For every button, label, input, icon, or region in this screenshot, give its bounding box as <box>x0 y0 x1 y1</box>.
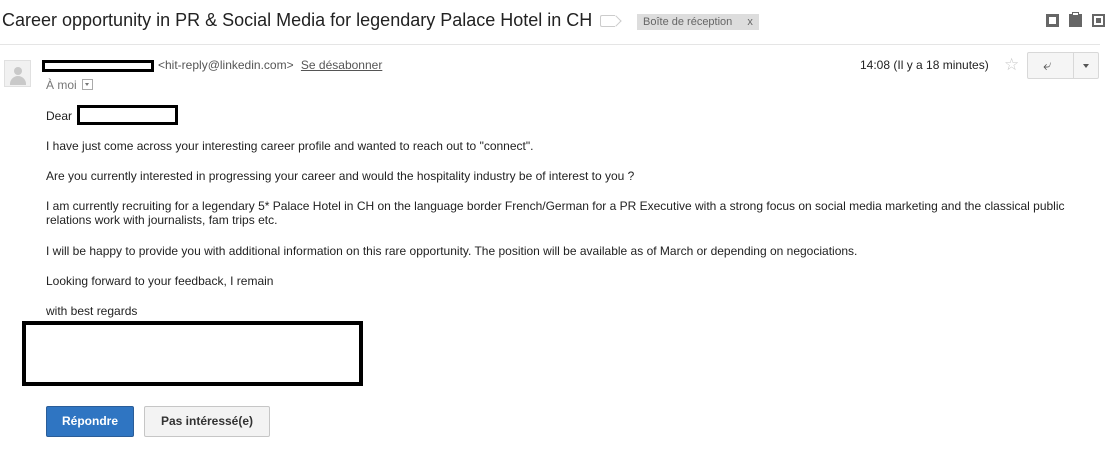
recipient-row: À moi <box>46 78 93 92</box>
redacted-recipient-name <box>77 105 178 125</box>
header-divider <box>0 44 1100 45</box>
reply-button-group: ⤶ <box>1027 52 1099 79</box>
subject-header: Career opportunity in PR & Social Media … <box>0 0 1119 44</box>
message-timestamp: 14:08 (Il y a 18 minutes) <box>860 58 989 72</box>
paragraph-6: with best regards <box>46 304 138 318</box>
paragraph-2: Are you currently interested in progress… <box>46 169 635 183</box>
reply-icon-button[interactable]: ⤶ <box>1028 53 1074 78</box>
email-subject: Career opportunity in PR & Social Media … <box>2 10 593 30</box>
inbox-label-chip[interactable]: Boîte de réception x <box>637 14 759 30</box>
sender-avatar <box>4 60 31 87</box>
paragraph-5: Looking forward to your feedback, I rema… <box>46 274 274 288</box>
new-window-icon[interactable] <box>1092 14 1105 27</box>
paragraph-1: I have just come across your interesting… <box>46 139 534 153</box>
paragraph-3: I am currently recruiting for a legendar… <box>46 199 1065 227</box>
show-details-icon[interactable] <box>81 79 93 91</box>
unsubscribe-link[interactable]: Se désabonner <box>301 58 382 72</box>
collapse-icon[interactable] <box>1046 14 1059 27</box>
not-interested-button[interactable]: Pas intéressé(e) <box>144 406 270 437</box>
recipient-label: À moi <box>46 78 77 92</box>
dropdown-icon <box>1083 64 1089 68</box>
remove-label-button[interactable]: x <box>747 16 753 28</box>
paragraph-4: I will be happy to provide you with addi… <box>46 244 858 258</box>
greeting-line: Dear <box>46 109 72 123</box>
redacted-signature <box>22 321 363 386</box>
inbox-label-text: Boîte de réception <box>643 16 733 28</box>
reply-button[interactable]: Répondre <box>46 406 134 437</box>
header-toolbar <box>1046 12 1105 27</box>
greeting-text: Dear <box>46 109 73 123</box>
label-tag-icon[interactable] <box>600 15 615 27</box>
reply-icon: ⤶ <box>1043 57 1052 74</box>
redacted-sender-name <box>42 59 154 72</box>
more-options-button[interactable] <box>1074 53 1098 78</box>
print-icon[interactable] <box>1069 12 1082 27</box>
sender-row: <hit-reply@linkedin.com> Se désabonner <box>42 58 382 72</box>
sender-email: <hit-reply@linkedin.com> <box>158 58 294 72</box>
star-icon[interactable]: ☆ <box>1004 55 1019 75</box>
